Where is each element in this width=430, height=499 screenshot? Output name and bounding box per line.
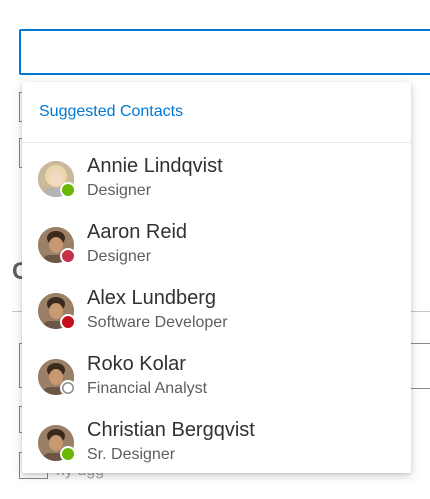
contact-role: Software Developer	[87, 314, 228, 331]
contact-role: Designer	[87, 182, 152, 199]
suggestion-item-5[interactable]: Christian Bergqvist Sr. Designer	[22, 410, 411, 476]
contact-name: Alex Lundberg	[87, 287, 216, 309]
suggestions-callout: Suggested Contacts Annie Lindqvist Desig…	[22, 82, 411, 473]
background-field-edge	[411, 388, 430, 389]
contact-role: Sr. Designer	[87, 446, 176, 463]
presence-offline-icon	[60, 380, 76, 396]
suggestion-item-2[interactable]: Aaron Reid Designer	[22, 212, 411, 278]
page: C ny ugg Suggested Contacts Annie Lindqv…	[0, 0, 430, 499]
contact-name: Christian Bergqvist	[87, 419, 255, 441]
background-field-edge	[411, 343, 430, 344]
contact-name: Annie Lindqvist	[87, 155, 223, 177]
suggestion-item-3[interactable]: Alex Lundberg Software Developer	[22, 278, 411, 344]
contact-name: Roko Kolar	[87, 353, 186, 375]
people-picker-input[interactable]	[19, 29, 430, 75]
avatar	[38, 359, 76, 396]
presence-do-not-disturb-icon	[60, 314, 76, 330]
contact-role: Financial Analyst	[87, 380, 208, 397]
avatar	[38, 425, 76, 462]
presence-available-icon	[60, 446, 76, 462]
avatar	[38, 227, 76, 264]
suggestions-header: Suggested Contacts	[22, 82, 411, 143]
presence-busy-icon	[60, 248, 76, 264]
presence-available-icon	[60, 182, 76, 198]
avatar	[38, 161, 76, 198]
contact-role: Designer	[87, 248, 152, 265]
avatar	[38, 293, 76, 330]
suggestion-item-1[interactable]: Annie Lindqvist Designer	[22, 146, 411, 212]
suggestion-item-4[interactable]: Roko Kolar Financial Analyst	[22, 344, 411, 410]
suggestions-list: Annie Lindqvist Designer Aaron Reid Desi…	[22, 146, 411, 476]
contact-name: Aaron Reid	[87, 221, 188, 243]
